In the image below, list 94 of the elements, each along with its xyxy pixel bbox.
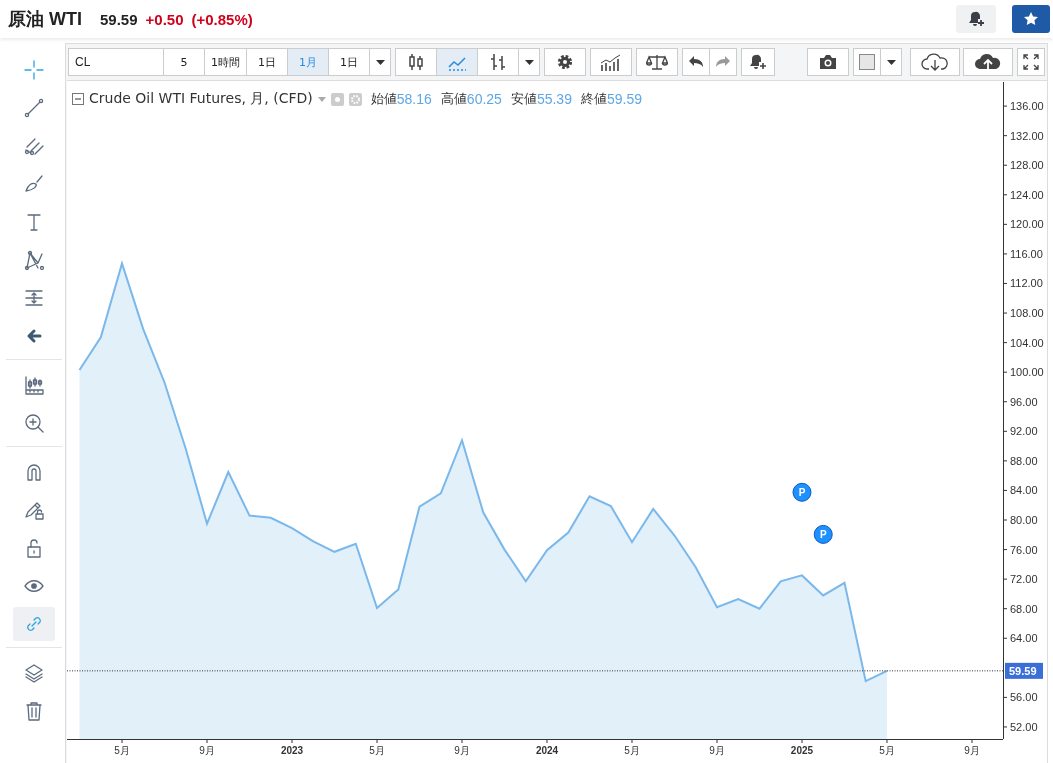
- watchlist-button[interactable]: [1012, 5, 1050, 33]
- ohlc-label: 安値: [510, 90, 537, 108]
- caret-icon: [524, 59, 534, 65]
- range-dropdown[interactable]: 1日: [328, 48, 370, 76]
- undo-button[interactable]: [682, 48, 710, 76]
- bell-plus-icon: [748, 53, 768, 71]
- indicators-icon: [599, 53, 623, 71]
- indicators-button[interactable]: [590, 48, 632, 76]
- line-icon: [23, 97, 45, 119]
- ohlc-value: 60.25: [466, 91, 502, 107]
- undo-icon: [688, 55, 704, 69]
- alert-button[interactable]: [741, 48, 775, 76]
- time-axis-label: 9月: [709, 745, 725, 756]
- time-axis-label: 9月: [454, 745, 470, 756]
- price-change: +0.50: [145, 10, 184, 28]
- candles-type-button[interactable]: [395, 48, 437, 76]
- time-axis-label: 2023: [280, 745, 304, 756]
- price-axis-label: 116.00: [1010, 247, 1043, 260]
- price-axis-label: 132.00: [1010, 129, 1044, 142]
- price-axis-label: 100.00: [1010, 366, 1044, 379]
- pattern-icon: [23, 249, 45, 271]
- price-axis-label: 84.00: [1010, 484, 1038, 497]
- interval-button[interactable]: 1日: [246, 48, 288, 76]
- time-axis-label: 5月: [369, 745, 385, 756]
- time-axis-label: 2024: [535, 745, 559, 756]
- measure-icon: [23, 287, 45, 309]
- fullscreen-icon: [1023, 54, 1039, 70]
- price-axis-label: 72.00: [1010, 573, 1038, 586]
- ref-line-label: 59.59: [1009, 664, 1037, 677]
- caret-icon: [886, 59, 896, 65]
- price-axis-label: 104.00: [1010, 336, 1044, 349]
- compare-button[interactable]: [636, 48, 678, 76]
- chart-type-dropdown-button[interactable]: [518, 48, 540, 76]
- cloud-download-icon: [921, 53, 949, 71]
- color-swatch-icon: [859, 54, 875, 70]
- redo-icon: [715, 55, 731, 69]
- add-alert-button[interactable]: [956, 5, 996, 33]
- bell-plus-icon: [967, 10, 985, 28]
- star-icon: [1024, 12, 1038, 26]
- time-axis-label: 5月: [624, 745, 640, 756]
- ohlc-label: 終値: [580, 90, 607, 108]
- zoom-icon: [23, 412, 45, 434]
- save-chart-button[interactable]: [963, 48, 1013, 76]
- range-dropdown-button[interactable]: [369, 48, 391, 76]
- ohlc-label: 始値: [370, 90, 397, 108]
- color-dropdown-button[interactable]: [880, 48, 902, 76]
- ohlc-label: 高値: [440, 90, 467, 108]
- time-axis-label: 5月: [114, 745, 130, 756]
- price-axis-label: 64.00: [1010, 632, 1038, 645]
- fullscreen-button[interactable]: [1017, 48, 1045, 76]
- price-axis-label: 80.00: [1010, 514, 1038, 526]
- brush-icon: [23, 173, 45, 195]
- price-axis-label: 96.00: [1010, 395, 1038, 408]
- caret-icon: [375, 59, 385, 65]
- layers-icon: [23, 662, 45, 684]
- time-axis-label: 2025: [790, 745, 814, 756]
- bars-type-button[interactable]: [477, 48, 519, 76]
- cloud-upload-icon: [974, 53, 1002, 71]
- price-axis-label: 56.00: [1010, 691, 1038, 704]
- time-axis-label: 9月: [964, 745, 980, 756]
- camera-icon: [818, 54, 838, 70]
- price-axis-label: 76.00: [1010, 543, 1038, 556]
- price-axis-label: 108.00: [1010, 307, 1044, 320]
- collapse-icon[interactable]: [72, 93, 84, 105]
- interval-button[interactable]: 1時間: [204, 48, 247, 76]
- interval-button[interactable]: 5: [163, 48, 205, 76]
- ohlc-value: 59.59: [606, 91, 642, 107]
- instrument-title: 原油 WTI: [8, 8, 82, 31]
- time-axis-label: 5月: [879, 745, 895, 756]
- load-chart-button[interactable]: [910, 48, 960, 76]
- price-change-percent: (+0.85%): [191, 10, 253, 28]
- scales-icon: [646, 53, 668, 71]
- series-title: Crude Oil WTI Futures, 月, (CFD): [89, 90, 313, 108]
- crosshair-icon: [23, 59, 45, 81]
- price-axis-label: 120.00: [1010, 218, 1044, 231]
- color-picker-button[interactable]: [853, 48, 881, 76]
- time-axis-label: 9月: [199, 745, 215, 756]
- ohlc-value: 58.16: [396, 91, 432, 107]
- current-price-tag: [1005, 662, 1043, 679]
- price-axis-label: 68.00: [1010, 602, 1038, 615]
- price-axis-label: 136.00: [1010, 100, 1044, 113]
- screenshot-button[interactable]: [807, 48, 849, 76]
- symbol-field[interactable]: CL: [68, 48, 164, 76]
- price-axis-label: 52.00: [1010, 720, 1038, 733]
- price-axis-label: 112.00: [1010, 277, 1043, 290]
- price-axis-label: 92.00: [1010, 425, 1038, 438]
- ohlc-value: 55.39: [536, 91, 572, 107]
- last-price: 59.59: [100, 10, 138, 28]
- settings-button[interactable]: [544, 48, 586, 76]
- price-axis-label: 88.00: [1010, 454, 1038, 467]
- chart-ruler-icon: [23, 374, 45, 396]
- price-axis-label: 128.00: [1010, 159, 1044, 172]
- price-axis-label: 124.00: [1010, 188, 1044, 201]
- settings-icon: [555, 52, 575, 72]
